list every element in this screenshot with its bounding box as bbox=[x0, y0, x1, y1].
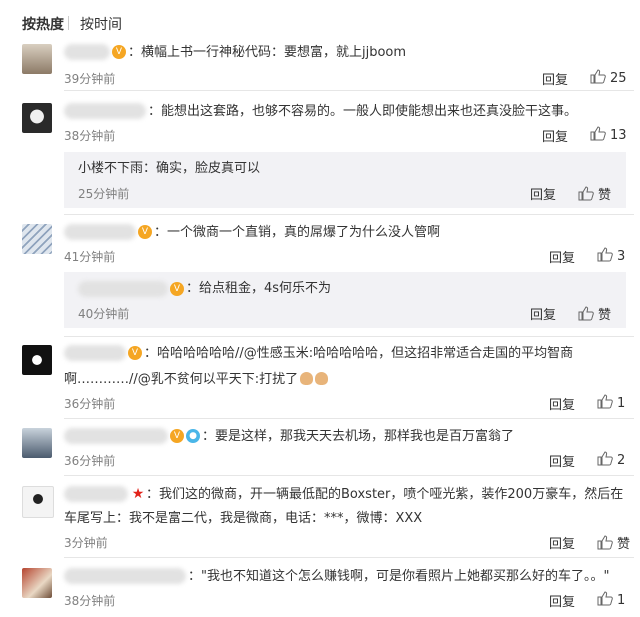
comment-divider bbox=[64, 557, 634, 558]
like-button[interactable]: 25 bbox=[590, 69, 627, 86]
avatar[interactable] bbox=[22, 568, 52, 598]
comment-text: ："我也不知道这个怎么赚钱啊，可是你看照片上她都买那么好的车了。。" bbox=[188, 569, 610, 584]
avatar[interactable] bbox=[22, 103, 52, 133]
reply-button[interactable]: 回复 bbox=[530, 184, 556, 203]
hands-emoji-icon bbox=[315, 372, 329, 385]
member-badge-icon: V bbox=[170, 429, 184, 443]
sub-reply-author[interactable]: 小楼不下雨 bbox=[78, 161, 143, 176]
thumbs-up-icon bbox=[578, 306, 594, 321]
username-blurred[interactable] bbox=[64, 345, 126, 361]
username-blurred[interactable] bbox=[64, 486, 128, 502]
thumbs-up-icon bbox=[597, 535, 613, 550]
like-label: 赞 bbox=[617, 537, 631, 552]
comment-text-line1: ：我们这的微商，开一辆最低配的Boxster，喷个哑光紫，装作200万豪车，然后… bbox=[146, 487, 624, 502]
like-count: 1 bbox=[617, 396, 626, 411]
like-button[interactable]: 3 bbox=[597, 247, 625, 264]
comment-text: ：能想出这套路，也够不容易的。一般人即使能想出来也还真没脸干这事。 bbox=[148, 104, 578, 119]
comment-time: 38分钟前 bbox=[64, 594, 116, 608]
sub-reply-text: 小楼不下雨：确实，脸皮真可以 bbox=[78, 161, 261, 176]
thumbs-up-icon bbox=[597, 394, 613, 409]
sub-reply-author-blurred[interactable] bbox=[78, 281, 168, 297]
username-blurred[interactable] bbox=[64, 428, 168, 444]
star-badge-icon: ★ bbox=[131, 486, 145, 502]
reply-button[interactable]: 回复 bbox=[549, 247, 575, 266]
like-count: 13 bbox=[610, 128, 627, 143]
sort-by-time-tab[interactable]: 按时间 bbox=[80, 14, 122, 34]
comment-text-line1: ：哈哈哈哈哈哈//@性感玉米:哈哈哈哈哈，但这招非常适合走国的平均智商 bbox=[144, 346, 574, 361]
like-count: 3 bbox=[617, 249, 626, 264]
balloon-badge-icon: ● bbox=[186, 429, 200, 443]
like-button[interactable]: 赞 bbox=[597, 533, 630, 552]
comment-time: 41分钟前 bbox=[64, 250, 116, 264]
comment-time: 3分钟前 bbox=[64, 536, 108, 550]
thumbs-up-icon bbox=[590, 69, 606, 84]
member-badge-icon: V bbox=[112, 45, 126, 59]
username-blurred[interactable] bbox=[64, 568, 186, 584]
like-count: 2 bbox=[617, 453, 626, 468]
comment-time: 39分钟前 bbox=[64, 72, 116, 86]
like-button[interactable]: 赞 bbox=[578, 304, 611, 323]
sub-reply-text: ：给点租金，4s何乐不为 bbox=[186, 281, 332, 296]
comment-text-line2: 车尾写上：我不是富二代，我是微商，电话：***，微博：XXX bbox=[64, 511, 423, 526]
thumbs-up-icon bbox=[597, 591, 613, 606]
like-button[interactable]: 1 bbox=[597, 394, 625, 411]
sort-bar: 按热度 按时间 bbox=[0, 0, 640, 46]
thumbs-up-icon bbox=[597, 451, 613, 466]
comment-divider bbox=[64, 418, 634, 419]
reply-button[interactable]: 回复 bbox=[542, 126, 568, 145]
sub-reply-time: 40分钟前 bbox=[78, 307, 130, 321]
username-blurred[interactable] bbox=[64, 103, 146, 119]
hands-emoji-icon bbox=[300, 372, 314, 385]
member-badge-icon: V bbox=[170, 282, 184, 296]
thumbs-up-icon bbox=[590, 126, 606, 141]
member-badge-icon: V bbox=[138, 225, 152, 239]
like-button[interactable]: 1 bbox=[597, 591, 625, 608]
username-blurred[interactable] bbox=[64, 224, 136, 240]
avatar[interactable] bbox=[22, 486, 54, 518]
thumbs-up-icon bbox=[578, 186, 594, 201]
sort-divider bbox=[68, 16, 69, 30]
like-count: 25 bbox=[610, 71, 627, 86]
like-button[interactable]: 13 bbox=[590, 126, 627, 143]
comment-time: 38分钟前 bbox=[64, 129, 116, 143]
reply-button[interactable]: 回复 bbox=[542, 69, 568, 88]
comment-divider bbox=[64, 336, 634, 337]
comment-divider bbox=[64, 214, 634, 215]
avatar[interactable] bbox=[22, 345, 52, 375]
sub-reply-time: 25分钟前 bbox=[78, 187, 130, 201]
avatar[interactable] bbox=[22, 428, 52, 458]
comment-text: ：一个微商一个直销，真的屌爆了为什么没人管啊 bbox=[154, 225, 441, 240]
username-blurred[interactable] bbox=[64, 44, 110, 60]
like-count: 1 bbox=[617, 593, 626, 608]
reply-button[interactable]: 回复 bbox=[549, 394, 575, 413]
comment-time: 36分钟前 bbox=[64, 454, 116, 468]
like-button[interactable]: 2 bbox=[597, 451, 625, 468]
sub-reply: 小楼不下雨：确实，脸皮真可以 25分钟前 回复 赞 bbox=[64, 152, 626, 208]
reply-button[interactable]: 回复 bbox=[549, 451, 575, 470]
comment-divider bbox=[64, 475, 634, 476]
like-label: 赞 bbox=[598, 308, 612, 323]
reply-button[interactable]: 回复 bbox=[530, 304, 556, 323]
comment-time: 36分钟前 bbox=[64, 397, 116, 411]
avatar[interactable] bbox=[22, 44, 52, 74]
comment-text-line2: 啊…………//@乳不贫何以平天下:打扰了 bbox=[64, 369, 329, 390]
member-badge-icon: V bbox=[128, 346, 142, 360]
reply-button[interactable]: 回复 bbox=[549, 591, 575, 610]
sort-by-hot-tab[interactable]: 按热度 bbox=[22, 14, 64, 34]
comment-divider bbox=[64, 90, 634, 91]
like-label: 赞 bbox=[598, 188, 612, 203]
reply-button[interactable]: 回复 bbox=[549, 533, 575, 552]
like-button[interactable]: 赞 bbox=[578, 184, 611, 203]
comment-text: ：横幅上书一行神秘代码：要想富，就上jjboom bbox=[128, 45, 407, 60]
sub-reply: V ：给点租金，4s何乐不为 40分钟前 回复 赞 bbox=[64, 272, 626, 328]
comment-text: ：要是这样，那我天天去机场，那样我也是百万富翁了 bbox=[202, 429, 515, 444]
avatar[interactable] bbox=[22, 224, 52, 254]
thumbs-up-icon bbox=[597, 247, 613, 262]
